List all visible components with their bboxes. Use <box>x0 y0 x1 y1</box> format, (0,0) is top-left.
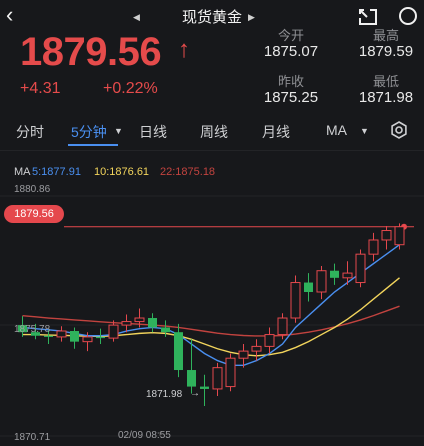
prev-close-value: 1875.25 <box>263 89 319 106</box>
candle-body <box>56 330 67 338</box>
ma10-line <box>22 277 400 357</box>
high-label: 最高 <box>372 28 399 43</box>
candle-body <box>394 226 405 246</box>
arrow-right-icon: → <box>190 388 200 399</box>
high-value: 1879.59 <box>358 43 414 60</box>
axis-top-label: 1880.86 <box>14 184 51 195</box>
tab-timeshare[interactable]: 分时 <box>16 122 44 142</box>
axis-mid-label: 1875.78 <box>14 324 51 335</box>
candle-body <box>290 282 301 319</box>
gear-icon[interactable] <box>390 121 408 144</box>
candle-body <box>134 317 145 323</box>
low-value: 1871.98 <box>358 89 414 106</box>
candle-body <box>238 350 249 359</box>
candle-body <box>368 239 379 255</box>
candle-body <box>277 317 288 336</box>
tab-monthly[interactable]: 月线 <box>262 122 290 142</box>
candle-body <box>121 321 132 326</box>
low-label: 最低 <box>372 74 399 89</box>
prev-close-label: 昨收 <box>277 74 304 89</box>
candle-body <box>108 324 119 339</box>
candle-body <box>148 318 157 328</box>
candle-body <box>342 272 353 279</box>
open-value: 1875.07 <box>263 43 319 60</box>
price-change-percent: +0.22% <box>103 80 158 97</box>
up-arrow-icon: ↑ <box>178 36 190 63</box>
tab-5min[interactable]: 5分钟 <box>71 122 107 142</box>
price-change: +4.31 <box>20 80 61 97</box>
tab-weekly[interactable]: 周线 <box>200 122 228 142</box>
candle-body <box>251 345 262 352</box>
open-label: 今开 <box>277 28 304 43</box>
axis-bottom-label: 1870.71 <box>14 432 51 443</box>
candle-body <box>355 253 366 284</box>
low-marker-label: 1871.98 <box>146 389 183 400</box>
active-tab-underline <box>68 144 118 146</box>
current-price-badge: 1879.56 <box>4 205 64 223</box>
candle-body <box>200 386 209 389</box>
candle-body <box>161 327 170 333</box>
candle-body <box>187 370 196 387</box>
candle-body <box>225 357 236 388</box>
candle-body <box>44 335 53 337</box>
candle-body <box>330 270 339 278</box>
triangle-down-icon[interactable]: ▼ <box>360 126 369 136</box>
ma22-line <box>22 305 400 337</box>
candle-body <box>381 230 392 241</box>
candle-body <box>264 334 275 347</box>
candle-body <box>82 336 93 343</box>
tab-daily[interactable]: 日线 <box>139 122 167 142</box>
candle-body <box>316 270 327 293</box>
candle-body <box>174 332 183 371</box>
candle-body <box>70 331 79 342</box>
candle-body <box>96 336 105 339</box>
current-price: 1879.56 <box>20 30 162 74</box>
triangle-right-icon[interactable]: ▶ <box>248 12 255 23</box>
chevron-down-icon[interactable]: ▼ <box>114 126 123 136</box>
candle-body <box>304 282 313 292</box>
candle-body <box>212 367 223 390</box>
candlestick-chart[interactable] <box>0 150 424 446</box>
time-axis-label: 02/09 08:55 <box>118 430 171 441</box>
ma5-line <box>22 244 400 367</box>
tab-ma[interactable]: MA <box>326 122 347 138</box>
